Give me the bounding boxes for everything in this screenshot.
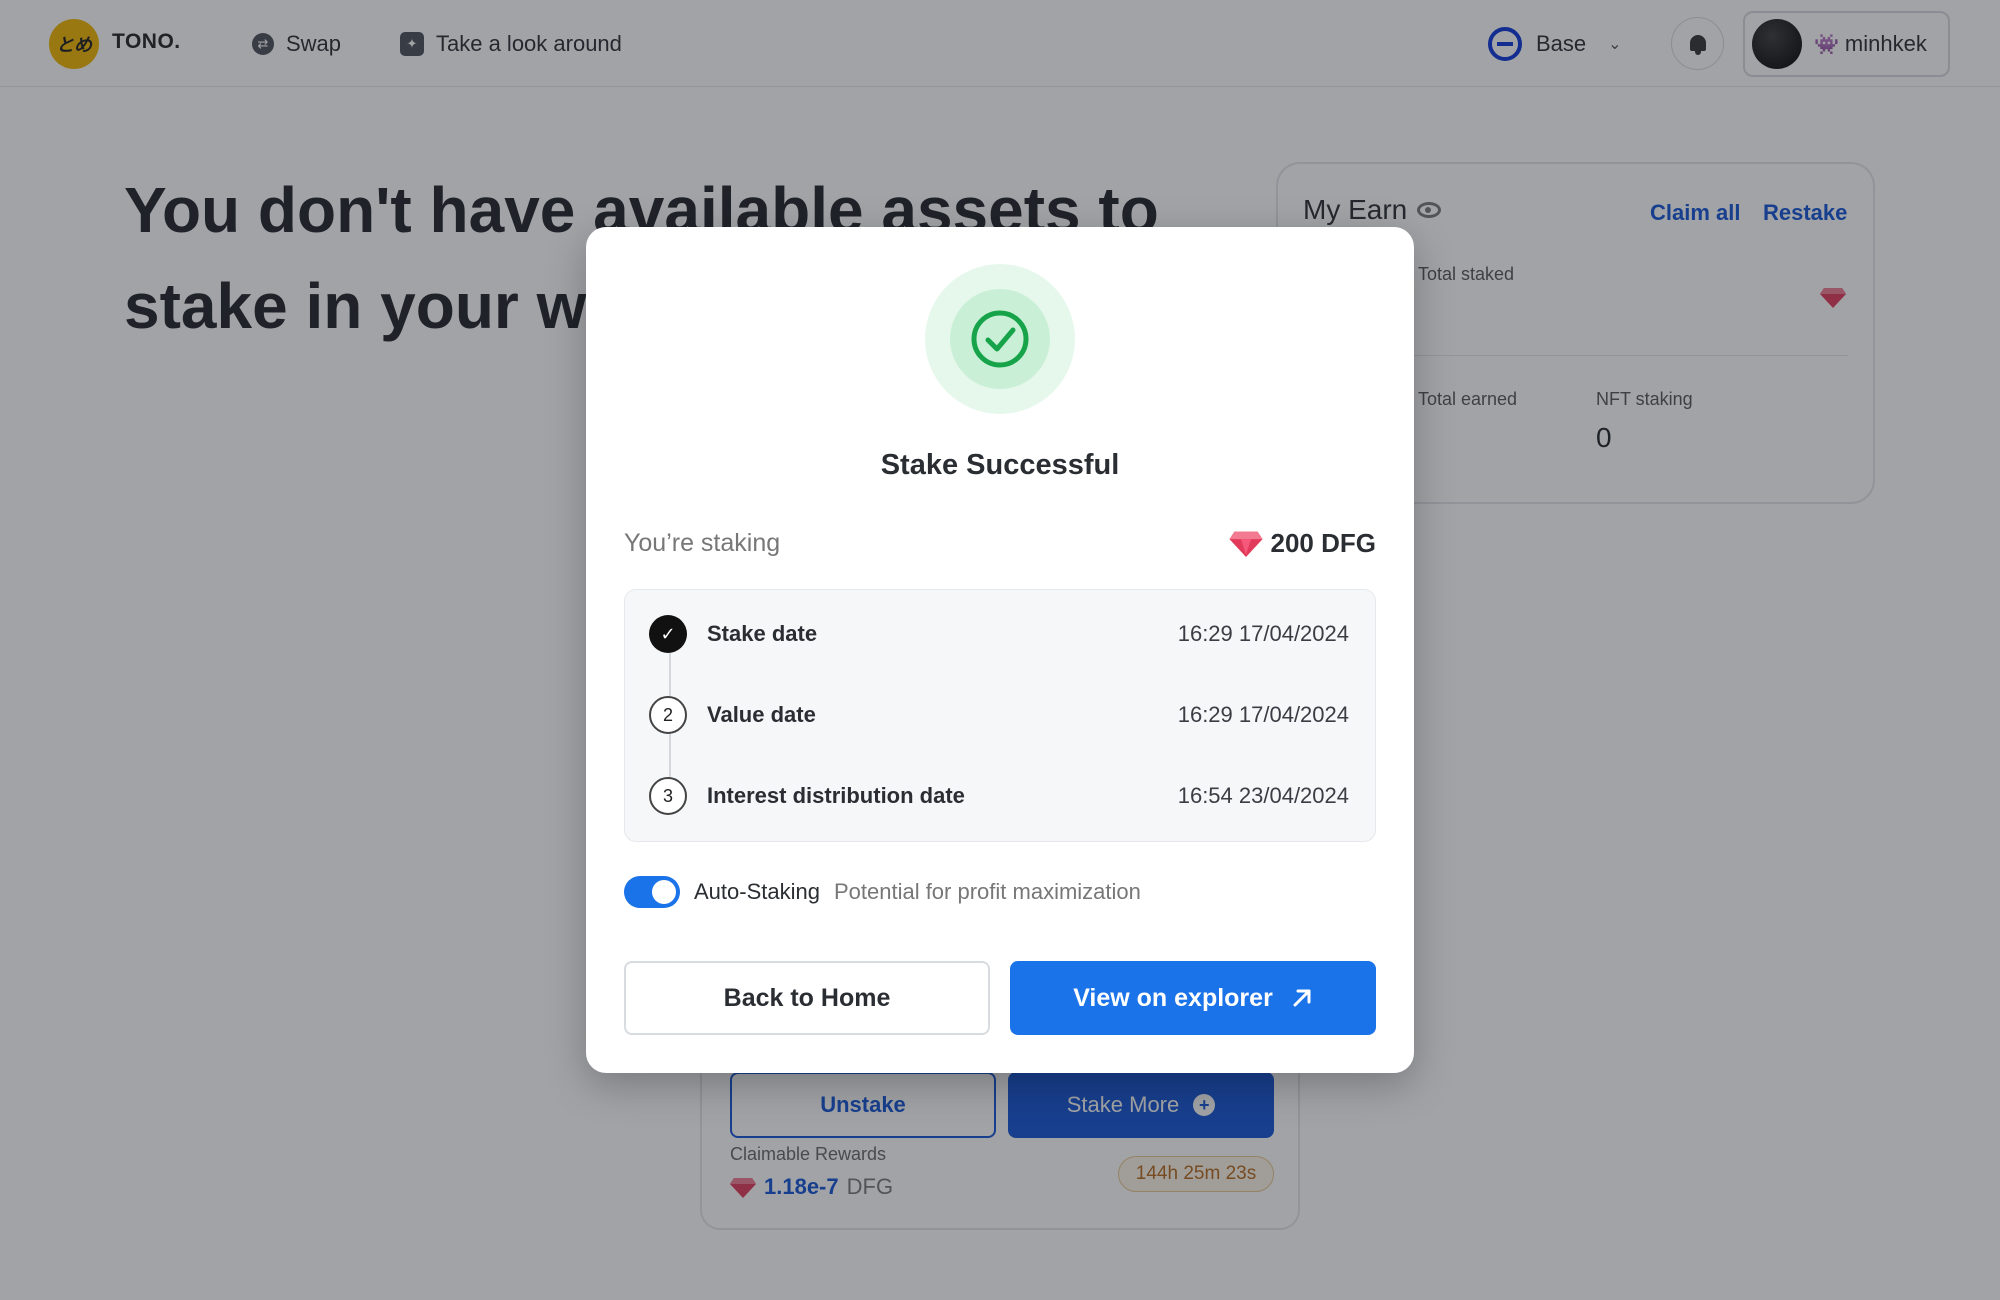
step-number: 2 (649, 696, 687, 734)
staking-amount: 200 DFG (1228, 527, 1377, 559)
auto-staking-row: Auto-Staking Potential for profit maximi… (624, 872, 1141, 912)
view-on-explorer-button[interactable]: View on explorer (1010, 961, 1376, 1035)
modal-title: Stake Successful (880, 449, 1120, 481)
staking-summary: You’re staking 200 DFG (624, 523, 1376, 563)
timeline-step-label: Interest distribution date (707, 783, 965, 808)
staking-label: You’re staking (624, 528, 781, 557)
timeline-step-label: Value date (707, 702, 816, 727)
auto-staking-toggle[interactable] (624, 876, 680, 908)
timeline-step: ✓ Stake date 16:29 17/04/2024 (649, 614, 1349, 654)
stake-timeline: ✓ Stake date 16:29 17/04/2024 2 Value da… (624, 589, 1376, 842)
timeline-step: 3 Interest distribution date 16:54 23/04… (649, 776, 1349, 816)
external-link-arrow-icon (1293, 989, 1311, 1007)
view-on-explorer-label: View on explorer (1073, 983, 1273, 1012)
timeline-step-date: 16:29 17/04/2024 (1177, 621, 1349, 646)
timeline-step: 2 Value date 16:29 17/04/2024 (649, 695, 1349, 735)
check-icon: ✓ (649, 615, 687, 653)
success-badge-inner (950, 289, 1050, 389)
auto-staking-label: Auto-Staking (694, 879, 820, 904)
timeline-step-label: Stake date (707, 621, 818, 646)
success-badge (925, 264, 1075, 414)
auto-staking-description: Potential for profit maximization (833, 879, 1141, 904)
dfg-gem-icon (1228, 531, 1263, 557)
stake-success-modal: Stake Successful You’re staking 200 DFG … (586, 227, 1414, 1073)
step-number: 3 (649, 777, 687, 815)
timeline-step-date: 16:29 17/04/2024 (1177, 702, 1349, 727)
timeline-step-date: 16:54 23/04/2024 (1177, 783, 1349, 808)
staking-amount-text: 200 DFG (1270, 527, 1377, 558)
check-circle-icon (971, 310, 1029, 368)
back-to-home-button[interactable]: Back to Home (624, 961, 990, 1035)
